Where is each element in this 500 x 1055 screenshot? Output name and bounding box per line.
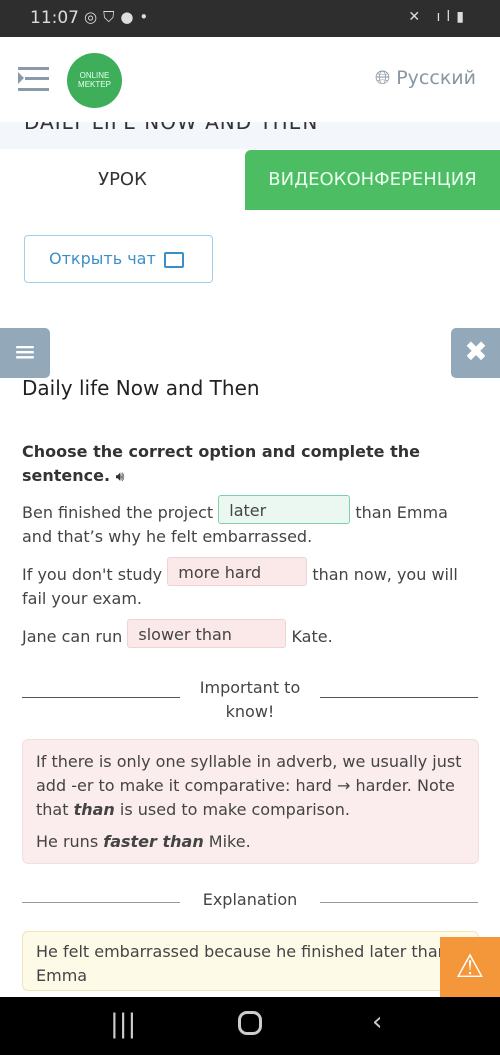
chat-icon xyxy=(163,251,184,268)
home-icon[interactable] xyxy=(238,1011,262,1035)
explanation-box: He felt embarrassed because he finished … xyxy=(22,931,479,991)
course-title-band: DAILY LIFE NOW AND THEN xyxy=(0,122,500,149)
status-bar: 11:07 ◎⛉●• ✕ ıl▮ xyxy=(0,0,500,37)
notification-icons: ◎⛉●• xyxy=(84,8,155,26)
back-icon[interactable]: ‹ xyxy=(372,1007,382,1037)
open-chat-button[interactable]: Открыть чат xyxy=(24,235,213,283)
language-selector[interactable]: 🌐︎ Русский xyxy=(375,67,476,89)
answer-blank-correct[interactable]: later xyxy=(218,495,351,524)
report-warning-icon[interactable]: ⚠ xyxy=(440,937,500,997)
tab-lesson[interactable]: УРОК xyxy=(0,150,245,210)
system-icons: ✕ ıl▮ xyxy=(408,9,470,25)
app-header: ONLINE MEKTEP 🌐︎ Русский xyxy=(0,37,500,122)
logo[interactable]: ONLINE MEKTEP xyxy=(67,53,122,108)
divider xyxy=(22,902,180,903)
tab-videoconference[interactable]: ВИДЕОКОНФЕРЕНЦИЯ xyxy=(245,150,500,210)
important-note: If there is only one syllable in adverb,… xyxy=(22,739,479,864)
sentence-3: Jane can run slower than Kate. xyxy=(22,619,482,649)
sentence-2: If you don't study more hard than now, y… xyxy=(22,557,482,611)
divider xyxy=(320,697,478,698)
divider xyxy=(22,697,180,698)
recent-apps-icon[interactable]: ||| xyxy=(110,1009,136,1039)
menu-toggle-icon[interactable] xyxy=(18,65,49,93)
lesson-title: Daily life Now and Then xyxy=(22,376,260,400)
close-button[interactable]: ✖ xyxy=(451,328,500,378)
important-heading: Important to know! xyxy=(199,678,301,721)
clock: 11:07 xyxy=(30,8,79,28)
answer-blank-incorrect[interactable]: more hard xyxy=(167,557,308,586)
lesson-menu-button[interactable]: ≡ xyxy=(0,328,50,378)
divider xyxy=(320,902,478,903)
explanation-heading: Explanation xyxy=(202,890,298,909)
instruction: Choose the correct option and complete t… xyxy=(22,442,420,485)
android-nav-bar: ||| ‹ xyxy=(0,997,500,1055)
speaker-icon[interactable]: 🔊︎ xyxy=(116,469,125,485)
answer-blank-incorrect[interactable]: slower than xyxy=(127,619,287,648)
sentence-1: Ben finished the project later than Emma… xyxy=(22,495,482,549)
globe-icon: 🌐︎ xyxy=(374,67,391,89)
